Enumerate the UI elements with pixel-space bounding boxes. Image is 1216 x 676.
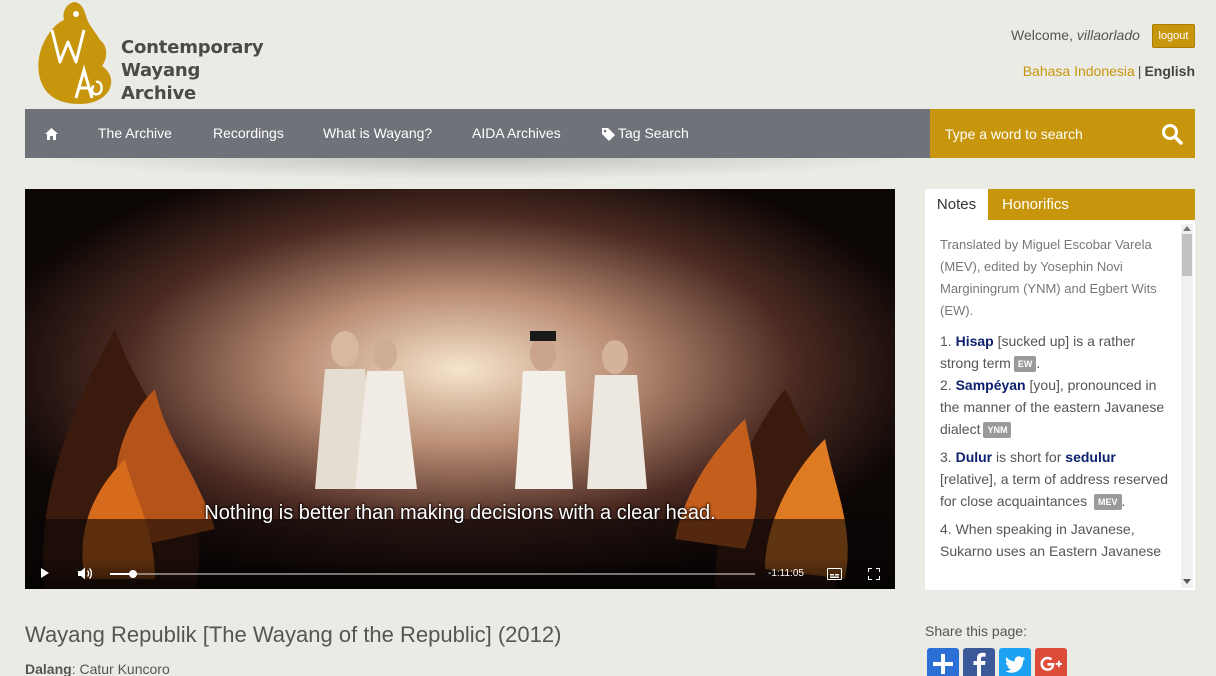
tag-icon: [602, 127, 615, 141]
share-google-plus-button[interactable]: [1035, 648, 1067, 676]
welcome-prefix: Welcome,: [1011, 27, 1077, 43]
note-text: [relative], a term of address reserved f…: [940, 471, 1168, 509]
notes-scrollbar[interactable]: [1181, 224, 1193, 588]
lang-english-link[interactable]: English: [1144, 63, 1195, 79]
notes-content: Translated by Miguel Escobar Varela (MEV…: [940, 234, 1168, 562]
nav-home[interactable]: [45, 109, 58, 158]
search-icon[interactable]: [1161, 123, 1183, 145]
dalang-label: Dalang: [25, 661, 72, 676]
share-facebook-button[interactable]: [963, 648, 995, 676]
scroll-down-icon[interactable]: [1183, 579, 1191, 584]
tab-honorifics[interactable]: Honorifics: [988, 189, 1083, 220]
volume-icon[interactable]: [78, 567, 93, 580]
twitter-icon: [1005, 656, 1025, 673]
logo-text: Contemporary Wayang Archive: [121, 36, 264, 105]
note-item: 3. Dulur is short for sedulur [relative]…: [940, 446, 1168, 512]
nav-what-is-wayang[interactable]: What is Wayang?: [323, 109, 432, 158]
note-term-2: sedulur: [1065, 449, 1116, 465]
note-text: When speaking in Javanese, Sukarno uses …: [940, 521, 1162, 559]
note-term: Hisap: [955, 333, 994, 349]
notes-tabs: Notes Honorifics: [925, 189, 1195, 220]
video-progress-bar[interactable]: [110, 570, 755, 578]
note-end: .: [1036, 355, 1041, 371]
note-item: 2. Sampéyan [you], pronounced in the man…: [940, 374, 1168, 440]
wayang-logo-icon: [38, 2, 112, 104]
scroll-up-icon[interactable]: [1183, 226, 1191, 231]
nav-tag-search[interactable]: Tag Search: [602, 109, 689, 158]
video-frame-wayang-puppets: [25, 189, 895, 589]
video-progress-knob[interactable]: [128, 570, 137, 578]
recording-title: Wayang Republik [The Wayang of the Repub…: [25, 622, 562, 647]
welcome-message: Welcome, villaorlado: [1011, 27, 1140, 43]
logo-line-2: Wayang: [121, 60, 201, 81]
main-nav: The Archive Recordings What is Wayang? A…: [25, 109, 930, 158]
dalang-info: Dalang: Catur Kuncoro: [25, 661, 170, 676]
share-addthis-icon: [933, 654, 953, 674]
nav-tag-search-label: Tag Search: [618, 125, 689, 141]
nav-shadow: [40, 158, 910, 180]
logout-button[interactable]: logout: [1152, 24, 1195, 48]
google-plus-icon: [1040, 656, 1062, 671]
nav-aida-archives[interactable]: AIDA Archives: [472, 109, 561, 158]
video-controls: -1:11:05: [25, 559, 895, 589]
fullscreen-icon[interactable]: [868, 568, 880, 580]
note-number: 1.: [940, 333, 952, 349]
share-twitter-button[interactable]: [999, 648, 1031, 676]
video-subtitle: Nothing is better than making decisions …: [204, 502, 716, 524]
play-icon[interactable]: [40, 567, 50, 579]
nav-the-archive[interactable]: The Archive: [98, 109, 172, 158]
logo-line-1: Contemporary: [121, 37, 264, 58]
editor-badge: YNM: [983, 422, 1012, 439]
note-number: 2.: [940, 377, 952, 393]
share-label: Share this page:: [925, 623, 1027, 639]
note-item: 4. When speaking in Javanese, Sukarno us…: [940, 518, 1168, 562]
tab-notes[interactable]: Notes: [925, 189, 988, 220]
note-number: 3.: [940, 449, 952, 465]
search-box: [930, 109, 1195, 158]
editor-badge: MEV: [1093, 494, 1122, 511]
home-icon: [45, 128, 58, 141]
note-term: Dulur: [955, 449, 993, 465]
video-player[interactable]: Nothing is better than making decisions …: [25, 189, 895, 589]
scroll-thumb[interactable]: [1182, 234, 1192, 276]
notes-intro: Translated by Miguel Escobar Varela (MEV…: [940, 237, 1157, 318]
nav-recordings[interactable]: Recordings: [213, 109, 284, 158]
note-term: Sampéyan: [955, 377, 1026, 393]
lang-separator: |: [1137, 63, 1142, 79]
note-text: is short for: [992, 449, 1066, 465]
notes-panel: Translated by Miguel Escobar Varela (MEV…: [925, 220, 1195, 590]
note-item: 1. Hisap [sucked up] is a rather strong …: [940, 330, 1168, 374]
language-switcher: Bahasa Indonesia | English: [1023, 63, 1195, 79]
video-time-remaining: -1:11:05: [768, 568, 804, 579]
note-end: .: [1121, 493, 1126, 509]
site-logo[interactable]: Contemporary Wayang Archive: [36, 0, 276, 106]
lang-indonesian-link[interactable]: Bahasa Indonesia: [1023, 63, 1135, 79]
username: villaorlado: [1076, 27, 1140, 43]
share-addthis-button[interactable]: [927, 648, 959, 676]
editor-badge: EW: [1013, 356, 1037, 373]
dalang-value: : Catur Kuncoro: [71, 661, 170, 676]
logo-line-3: Archive: [121, 83, 197, 104]
captions-icon[interactable]: [827, 568, 842, 580]
note-number: 4.: [940, 521, 952, 537]
facebook-icon: [973, 652, 986, 676]
search-input[interactable]: [930, 109, 1145, 158]
